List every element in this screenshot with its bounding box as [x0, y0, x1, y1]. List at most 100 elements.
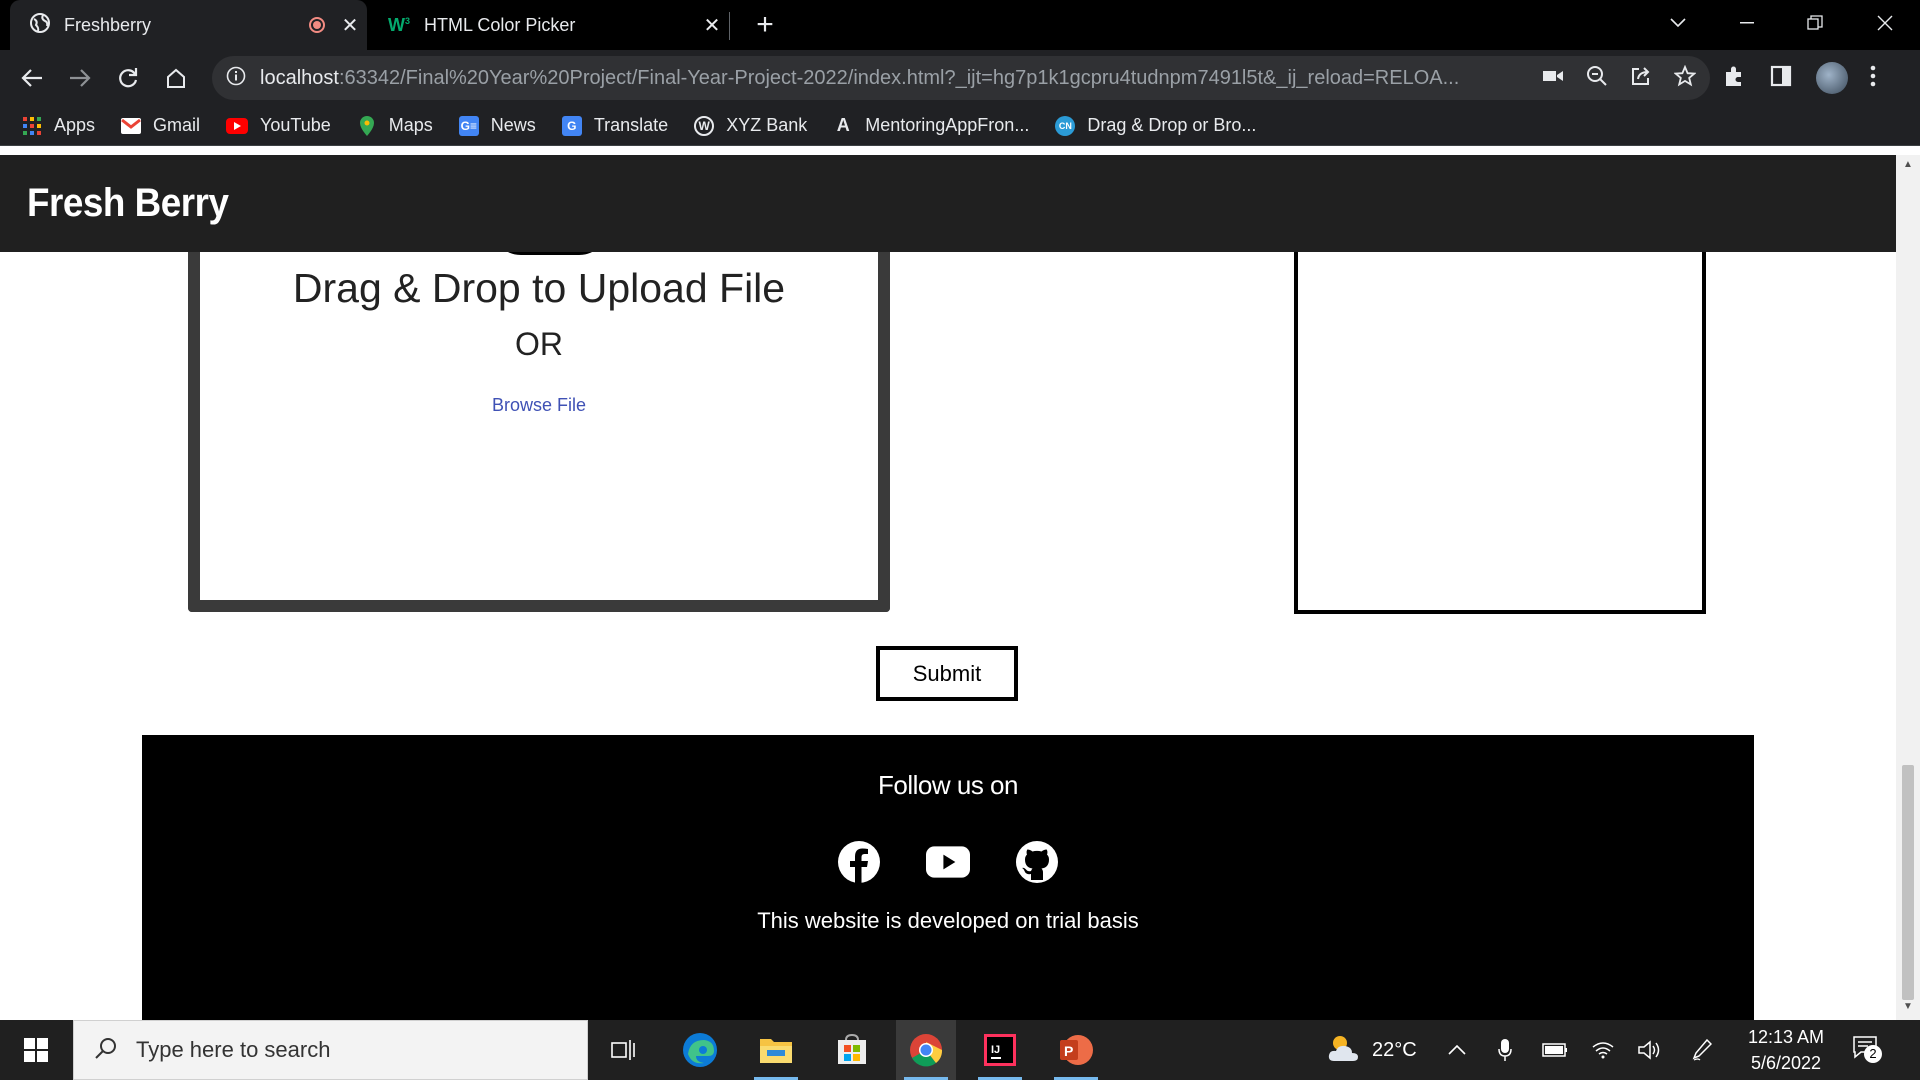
close-window-button[interactable] [1862, 0, 1908, 45]
camera-icon[interactable] [1542, 68, 1564, 89]
bookmark-translate[interactable]: G Translate [561, 115, 669, 136]
scroll-down-arrow-icon[interactable]: ▼ [1896, 1001, 1920, 1012]
tab-separator [729, 12, 730, 40]
share-icon[interactable] [1630, 65, 1652, 92]
apps-grid-icon [22, 116, 42, 136]
maps-icon [357, 115, 377, 136]
pen-icon[interactable] [1692, 1020, 1712, 1080]
tab-title: HTML Color Picker [424, 14, 576, 35]
chrome-icon[interactable] [896, 1020, 956, 1080]
powerpoint-icon[interactable]: P [1046, 1020, 1106, 1080]
drop-zone-title: Drag & Drop to Upload File [292, 265, 786, 311]
notification-center-button[interactable]: 2 [1852, 1020, 1882, 1080]
bookmarks-bar: Apps Gmail YouTube Maps G≡ News G Transl… [0, 106, 1920, 146]
social-links [142, 840, 1754, 884]
tab-search-chevron-icon[interactable] [1655, 0, 1701, 45]
recording-icon [309, 17, 325, 33]
start-button[interactable] [0, 1020, 72, 1080]
bookmark-drag-drop[interactable]: CN Drag & Drop or Bro... [1055, 115, 1256, 136]
follow-heading: Follow us on [878, 770, 1018, 800]
url-text[interactable]: localhost:63342/Final%20Year%20Project/F… [260, 67, 1459, 90]
back-button[interactable] [12, 58, 52, 98]
close-tab-icon[interactable]: ✕ [333, 13, 367, 38]
bookmark-apps[interactable]: Apps [22, 115, 95, 136]
tab-html-color-picker[interactable]: W3 HTML Color Picker ✕ [376, 0, 729, 50]
weather-temp: 22°C [1372, 1038, 1417, 1061]
microphone-icon[interactable] [1498, 1020, 1512, 1080]
taskbar-clock[interactable]: 12:13 AM 5/6/2022 [1740, 1024, 1832, 1076]
bookmark-news[interactable]: G≡ News [458, 115, 536, 136]
notification-count-badge: 2 [1864, 1045, 1882, 1063]
wordpress-icon: W [694, 115, 715, 136]
browse-file-button[interactable]: Browse File [200, 395, 878, 416]
side-panel-icon[interactable] [1770, 65, 1792, 92]
github-icon[interactable] [1015, 840, 1059, 884]
drop-zone[interactable]: Drag & Drop to Upload File OR Browse Fil… [188, 205, 890, 612]
zoom-icon[interactable] [1586, 65, 1608, 92]
address-bar[interactable]: localhost:63342/Final%20Year%20Project/F… [212, 56, 1710, 100]
bookmark-label: Drag & Drop or Bro... [1087, 115, 1257, 135]
wifi-icon[interactable] [1592, 1020, 1614, 1080]
bookmark-star-icon[interactable] [1673, 64, 1697, 92]
battery-icon[interactable] [1542, 1020, 1568, 1080]
notification-icon: 2 [1852, 1035, 1882, 1065]
footer-note: This website is developed on trial basis [757, 908, 1139, 933]
submit-button[interactable]: Submit [876, 646, 1018, 701]
clock-time: 12:13 AM [1747, 1027, 1825, 1047]
tab-freshberry[interactable]: Freshberry ✕ [10, 0, 367, 50]
globe-icon [30, 12, 50, 38]
translate-icon: G [561, 115, 582, 136]
search-placeholder: Type here to search [136, 1037, 331, 1062]
minimize-button[interactable] [1724, 0, 1770, 45]
bookmark-maps[interactable]: Maps [357, 115, 433, 136]
task-view-icon[interactable] [594, 1020, 654, 1080]
close-tab-icon[interactable]: ✕ [695, 13, 729, 38]
site-header: Fresh Berry [0, 155, 1896, 252]
bookmark-xyz-bank[interactable]: W XYZ Bank [694, 115, 807, 136]
edge-browser-icon[interactable] [670, 1020, 730, 1080]
site-title: Fresh Berry [27, 181, 229, 225]
volume-icon[interactable] [1638, 1020, 1662, 1080]
weather-widget[interactable]: 22°C [1326, 1020, 1417, 1080]
gmail-icon [121, 116, 142, 136]
svg-text:IJ: IJ [991, 1044, 1000, 1056]
reload-button[interactable] [108, 58, 148, 98]
site-footer: Follow us on This website is developed o… [142, 735, 1754, 1020]
intellij-idea-icon[interactable]: IJ [970, 1020, 1030, 1080]
url-host: localhost [260, 66, 339, 89]
new-tab-button[interactable]: + [748, 8, 782, 42]
bookmark-label: Translate [593, 115, 669, 135]
bookmark-youtube[interactable]: YouTube [226, 115, 331, 136]
extensions-puzzle-icon[interactable] [1722, 64, 1746, 93]
profile-avatar[interactable] [1816, 62, 1848, 94]
forward-button[interactable] [60, 58, 100, 98]
tab-strip: Freshberry ✕ W3 HTML Color Picker ✕ + [0, 0, 1920, 50]
file-explorer-icon[interactable] [746, 1020, 806, 1080]
page-scrollbar[interactable]: ▲ ▼ [1896, 155, 1920, 1020]
news-icon: G≡ [458, 115, 479, 136]
bookmark-mentoring-app[interactable]: A MentoringAppFron... [833, 115, 1030, 136]
scroll-up-arrow-icon[interactable]: ▲ [1896, 159, 1920, 170]
facebook-icon[interactable] [837, 840, 881, 884]
bookmark-label: News [490, 115, 536, 135]
image-preview-box [1294, 205, 1706, 614]
youtube-icon[interactable] [926, 840, 970, 884]
restore-button[interactable] [1792, 0, 1838, 45]
bookmark-label: MentoringAppFron... [865, 115, 1030, 135]
show-hidden-icons-chevron-icon[interactable] [1448, 1020, 1466, 1080]
bookmark-label: Maps [388, 115, 433, 135]
home-button[interactable] [156, 58, 196, 98]
microsoft-store-icon[interactable] [822, 1020, 882, 1080]
clock-date: 5/6/2022 [1750, 1053, 1822, 1073]
site-info-icon[interactable] [226, 66, 246, 91]
partly-cloudy-icon [1326, 1033, 1362, 1068]
scrollbar-thumb[interactable] [1902, 765, 1914, 1000]
bookmark-label: YouTube [260, 115, 331, 135]
page-viewport: Fresh Berry Drag & Drop to Upload File O… [0, 155, 1896, 1020]
bookmark-gmail[interactable]: Gmail [121, 115, 200, 136]
bookmark-label: XYZ Bank [726, 115, 808, 135]
drop-zone-or: OR [515, 326, 563, 362]
menu-kebab-icon[interactable] [1870, 65, 1876, 92]
youtube-icon [226, 117, 249, 134]
taskbar-search-box[interactable]: Type here to search [73, 1020, 588, 1080]
